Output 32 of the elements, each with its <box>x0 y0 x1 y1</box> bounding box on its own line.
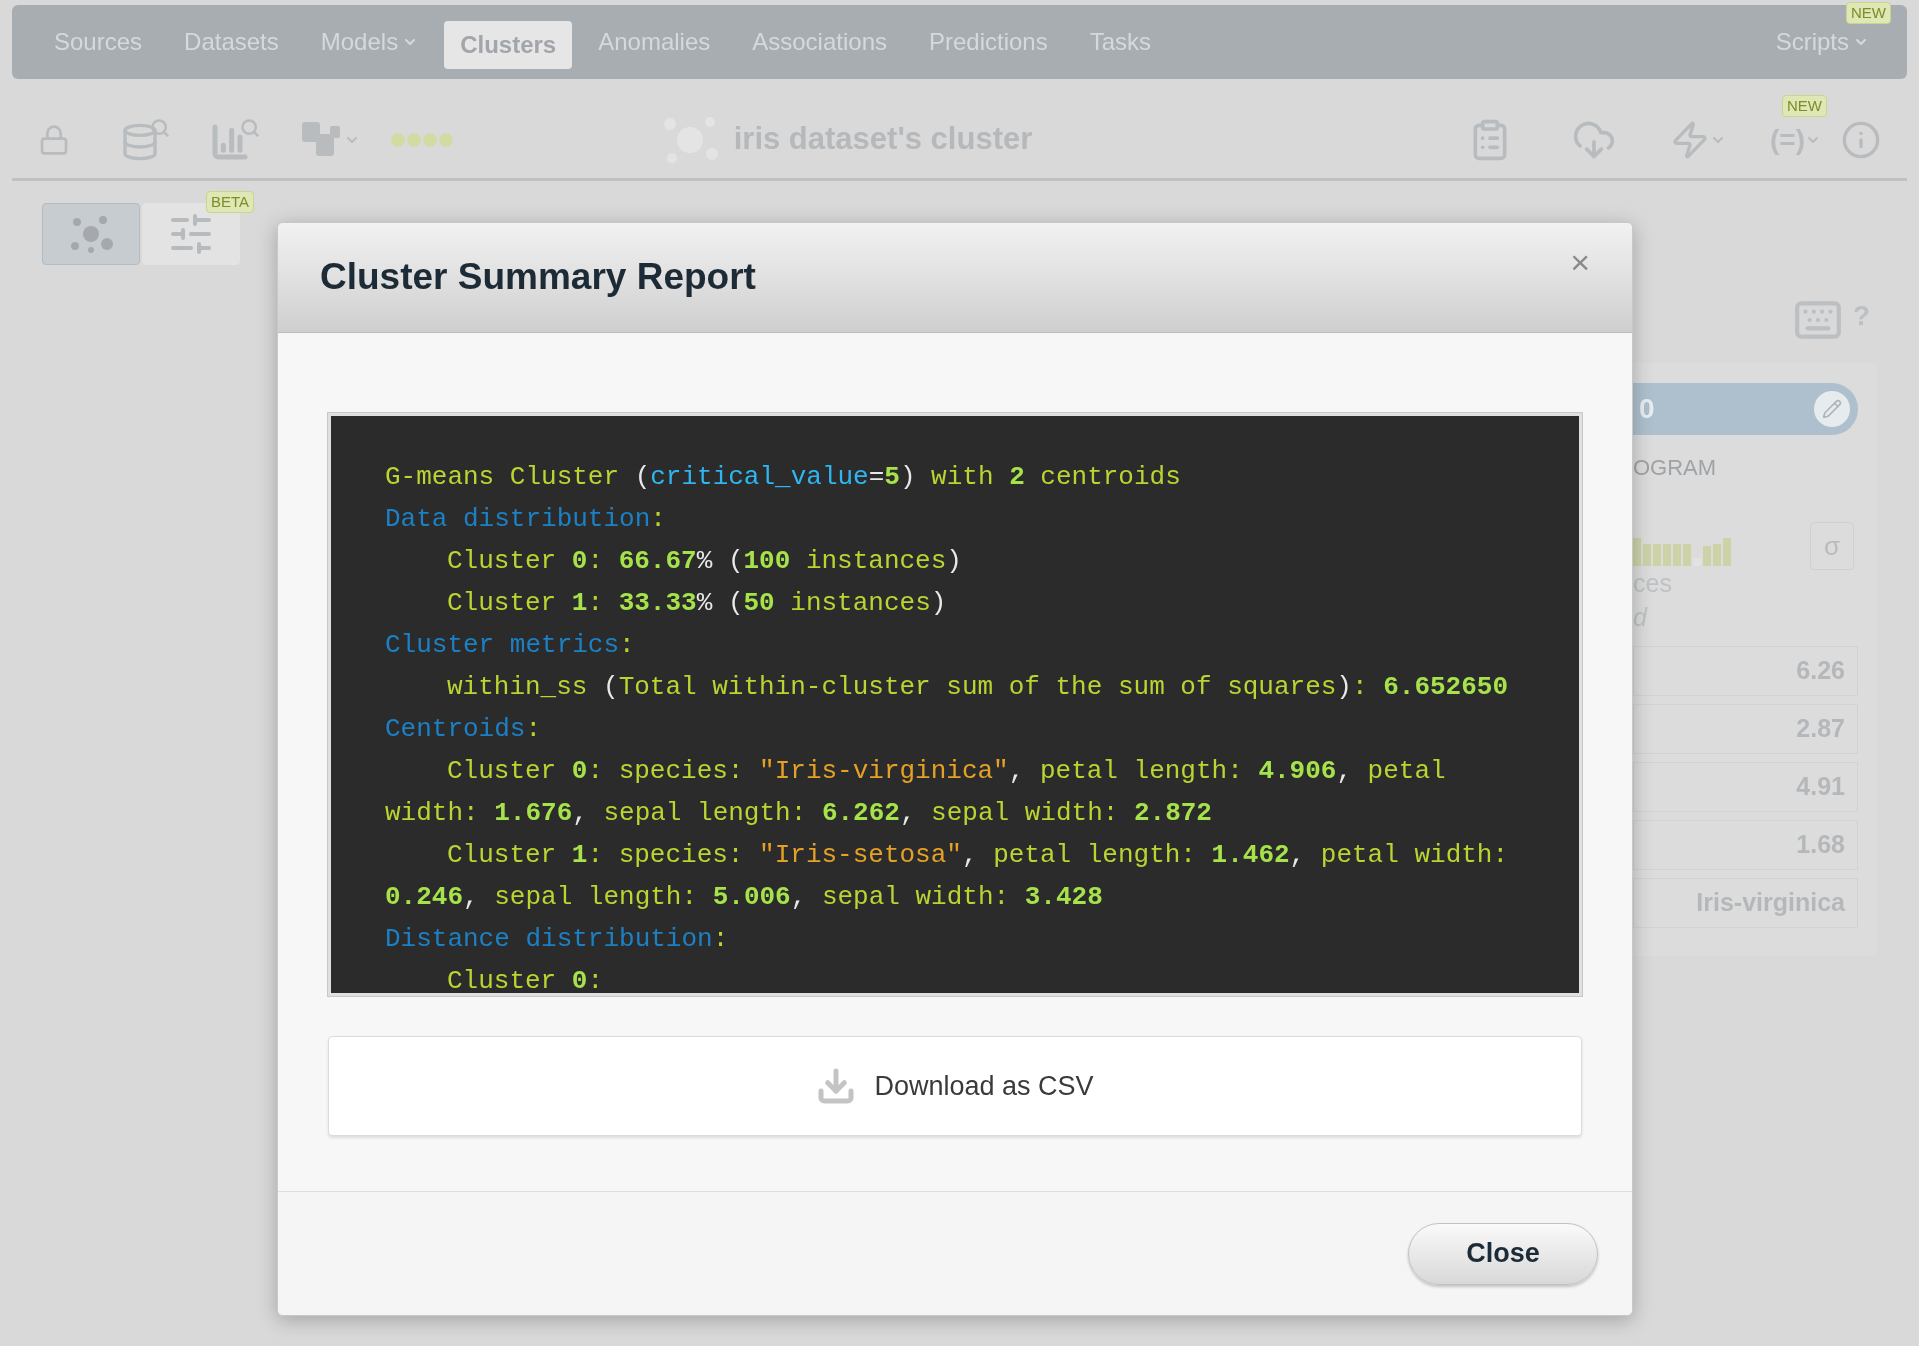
edit-button[interactable] <box>1814 391 1850 427</box>
chart-search-icon[interactable] <box>210 117 260 162</box>
new-badge: NEW <box>1846 2 1891 24</box>
download-icon <box>816 1066 857 1106</box>
database-search-icon[interactable] <box>120 117 170 162</box>
pencil-icon <box>1822 399 1842 419</box>
code-line: Data distribution: <box>385 503 667 536</box>
code-line: Cluster 1: species: "Iris-setosa", petal length: 1.462, petal width: 0.246, sepal length: 5.006, sepal width: 3.428 <box>385 839 1510 914</box>
close-button[interactable]: Close <box>1408 1222 1598 1285</box>
dialog-title: Cluster Summary Report <box>320 254 756 299</box>
nav-tab[interactable]: Clusters <box>444 21 573 69</box>
lightning-icon[interactable] <box>1670 119 1726 160</box>
code-line: Centroids: <box>385 713 543 746</box>
section-label: OGRAM <box>1633 454 1718 482</box>
code-line: within_ss (Total within-cluster sum of the sum of squares): 6.652650 <box>446 671 1509 704</box>
view-tab[interactable] <box>42 203 140 265</box>
beta-badge: BETA <box>205 191 254 213</box>
cluster-pill[interactable]: 0 <box>1633 383 1858 435</box>
lock-icon[interactable] <box>38 123 70 156</box>
info-icon[interactable] <box>1841 119 1881 160</box>
code-line: Cluster 0: species: "Iris-virginica", petal length: 4.906, petal width: 1.676, sepal length: 6.262, sepal width: 2.872 <box>385 755 1447 830</box>
dots-icon[interactable] <box>390 131 454 148</box>
code-line: Distance distribution: <box>385 923 730 956</box>
code-line: Cluster 0: <box>446 965 605 993</box>
code-line: G-means Cluster (critical_value=5) with 2 centroids <box>385 461 1182 494</box>
download-button[interactable]: Download as CSV <box>328 1036 1582 1136</box>
code-line: Cluster metrics: <box>385 629 636 662</box>
new-badge: NEW <box>1782 94 1827 117</box>
pill-label: 0 <box>1639 392 1655 426</box>
help-mark[interactable]: ? <box>1852 295 1870 337</box>
code-line: Cluster 1: 33.33% (50 instances) <box>446 587 948 620</box>
code-line: Cluster 0: 66.67% (100 instances) <box>446 545 963 578</box>
